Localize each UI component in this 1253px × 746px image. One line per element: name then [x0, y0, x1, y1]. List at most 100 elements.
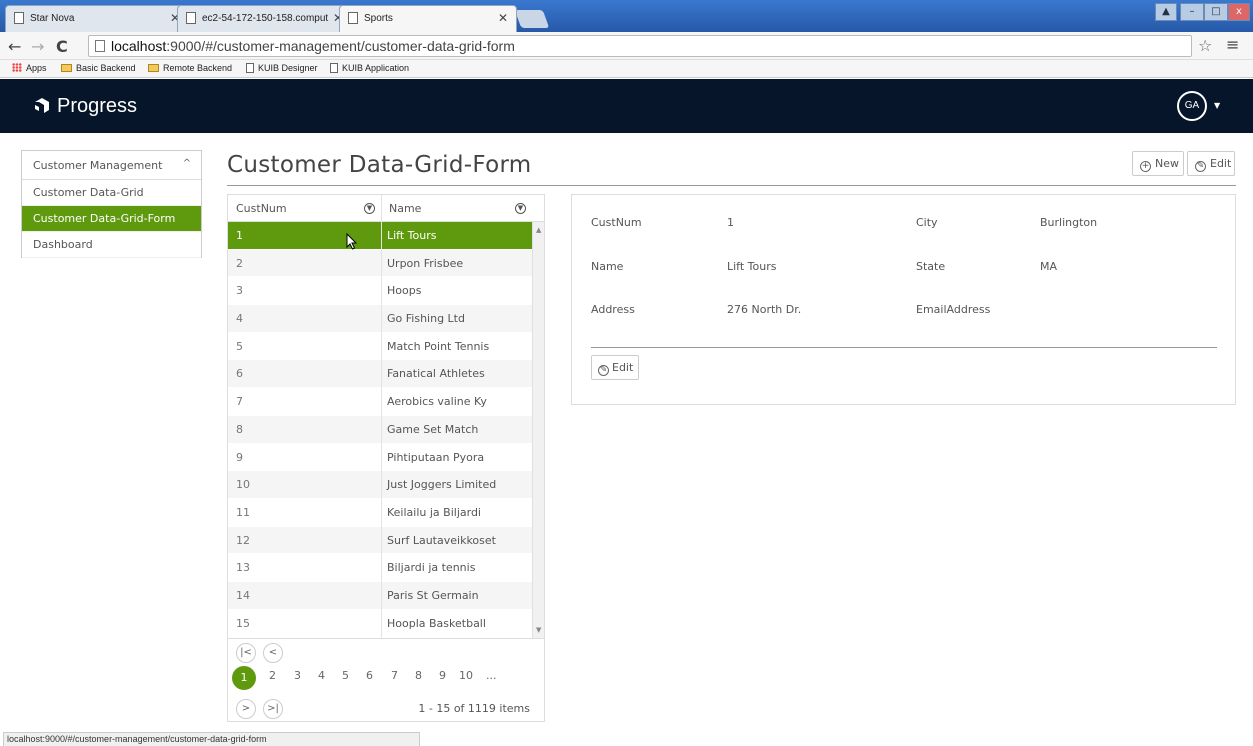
browser-toolbar: ← → C localhost:9000/#/customer-manageme…	[0, 32, 1253, 60]
page-icon	[14, 12, 24, 24]
grid-body: 1 Lift Tours 2 Urpon Frisbee 3 Hoops 4 Go Fi…	[228, 222, 532, 638]
table-row[interactable]: 1 Lift Tours	[228, 222, 532, 250]
name-value: Lift Tours	[727, 260, 777, 273]
page-more[interactable]: ...	[486, 669, 497, 682]
last-page-icon[interactable]: >|	[263, 699, 283, 719]
page-8[interactable]: 8	[415, 669, 422, 682]
grid-header: CustNum ▼ Name ▼	[228, 195, 544, 222]
table-row[interactable]: 12 Surf Lautaveikkoset	[228, 526, 532, 555]
page-5[interactable]: 5	[342, 669, 349, 682]
table-row[interactable]: 10 Just Joggers Limited	[228, 471, 532, 499]
grid-pager: |< < 1 2 3 4 5 6 7 8 9 10 ... > >| 1 - 1…	[228, 638, 544, 722]
page-title: Customer Data-Grid-Form	[227, 152, 532, 178]
address-bar[interactable]: localhost:9000/#/customer-management/cus…	[88, 35, 1192, 57]
page-10[interactable]: 10	[459, 669, 473, 682]
browser-menu-icon[interactable]: ≡	[1226, 35, 1239, 54]
grid-scrollbar[interactable]: ▲ ▼	[532, 222, 544, 638]
scroll-down-icon[interactable]: ▼	[536, 626, 541, 634]
prev-page-icon[interactable]: <	[263, 643, 283, 663]
sidebar-item-dashboard[interactable]: Dashboard	[22, 232, 201, 258]
close-tab-icon[interactable]: ✕	[498, 11, 508, 25]
browser-tab-sports[interactable]: Sports ✕	[339, 5, 517, 32]
detail-divider	[591, 347, 1217, 348]
column-header-name[interactable]: Name ▼	[381, 195, 532, 222]
reload-icon[interactable]: C	[56, 37, 68, 56]
back-arrow-icon[interactable]: ←	[8, 37, 21, 56]
page-6[interactable]: 6	[366, 669, 373, 682]
page-icon	[246, 63, 254, 73]
browser-tab-star-nova[interactable]: Star Nova ✕	[5, 5, 189, 32]
page-1[interactable]: 1	[232, 666, 256, 690]
bookmarks-bar: Apps Basic Backend Remote Backend KUIB D…	[0, 60, 1253, 78]
browser-tab-ec2[interactable]: ec2-54-172-150-158.comput ✕	[177, 5, 352, 32]
page-4[interactable]: 4	[318, 669, 325, 682]
sidebar: Customer Management ^ Customer Data-Grid…	[21, 150, 202, 258]
bookmark-apps[interactable]: Apps	[12, 63, 47, 73]
table-row[interactable]: 13 Biljardi ja tennis	[228, 554, 532, 582]
table-row[interactable]: 4 Go Fishing Ltd	[228, 305, 532, 333]
detail-edit-button[interactable]: ✎ Edit	[591, 355, 639, 380]
bookmark-kuib-application[interactable]: KUIB Application	[330, 63, 409, 73]
table-row[interactable]: 2 Urpon Frisbee	[228, 249, 532, 278]
sidebar-section-customer-management[interactable]: Customer Management ^	[22, 151, 201, 180]
page-7[interactable]: 7	[391, 669, 398, 682]
state-label: State	[916, 260, 946, 273]
table-row[interactable]: 3 Hoops	[228, 277, 532, 306]
custnum-value: 1	[727, 216, 734, 229]
title-divider	[227, 185, 1236, 186]
edit-button[interactable]: ✎ Edit	[1187, 151, 1235, 176]
page-3[interactable]: 3	[294, 669, 301, 682]
chevron-up-icon[interactable]: ^	[183, 158, 191, 169]
mouse-cursor-icon	[346, 233, 358, 250]
table-row[interactable]: 5 Match Point Tennis	[228, 333, 532, 361]
folder-icon	[148, 64, 159, 72]
city-label: City	[916, 216, 938, 229]
new-tab-button[interactable]	[514, 10, 550, 28]
page-icon	[186, 12, 196, 24]
detail-panel: CustNum 1 City Burlington Name Lift Tour…	[571, 194, 1236, 405]
logo-text: Progress	[57, 95, 138, 117]
progress-logo[interactable]: Progress	[33, 95, 137, 118]
sidebar-item-customer-data-grid-form[interactable]: Customer Data-Grid-Form	[22, 206, 201, 232]
bookmark-kuib-designer[interactable]: KUIB Designer	[246, 63, 318, 73]
minimize-button[interactable]: –	[1180, 3, 1204, 21]
caret-down-icon[interactable]: ▼	[1214, 101, 1220, 110]
address-label: Address	[591, 303, 635, 316]
page-9[interactable]: 9	[439, 669, 446, 682]
page-icon	[330, 63, 338, 73]
page-2[interactable]: 2	[269, 669, 276, 682]
filter-icon[interactable]: ▼	[364, 203, 375, 214]
bookmark-remote-backend[interactable]: Remote Backend	[148, 63, 232, 73]
sidebar-item-customer-data-grid[interactable]: Customer Data-Grid	[22, 180, 201, 206]
page-icon	[348, 12, 358, 24]
apps-grid-icon	[12, 63, 22, 72]
column-header-custnum[interactable]: CustNum ▼	[228, 195, 381, 222]
table-row[interactable]: 11 Keilailu ja Biljardi	[228, 499, 532, 527]
maximize-button[interactable]: □	[1204, 3, 1228, 21]
folder-icon	[61, 64, 72, 72]
page-icon	[95, 40, 105, 52]
table-row[interactable]: 9 Pihtiputaan Pyora	[228, 444, 532, 472]
progress-logo-icon	[35, 98, 49, 113]
bookmark-basic-backend[interactable]: Basic Backend	[61, 63, 136, 73]
table-row[interactable]: 7 Aerobics valine Ky	[228, 388, 532, 416]
table-row[interactable]: 14 Paris St Germain	[228, 581, 532, 610]
avatar[interactable]: GA	[1177, 91, 1207, 121]
url-path: :9000/#/customer-management/customer-dat…	[166, 38, 515, 54]
city-value: Burlington	[1040, 216, 1098, 229]
forward-arrow-icon[interactable]: →	[31, 37, 44, 56]
customer-grid: CustNum ▼ Name ▼ 1 Lift Tours 2 Urpon Fris…	[227, 194, 545, 722]
table-row[interactable]: 6 Fanatical Athletes	[228, 360, 532, 389]
table-row[interactable]: 15 Hoopla Basketball	[228, 610, 532, 638]
filter-icon[interactable]: ▼	[515, 203, 526, 214]
bookmark-star-icon[interactable]: ☆	[1198, 36, 1212, 55]
url-host: localhost	[111, 38, 167, 54]
new-button[interactable]: + New	[1132, 151, 1184, 176]
email-label: EmailAddress	[916, 303, 991, 316]
close-window-button[interactable]: x	[1228, 3, 1250, 21]
user-icon[interactable]: ▲	[1155, 3, 1177, 21]
table-row[interactable]: 8 Game Set Match	[228, 415, 532, 444]
scroll-up-icon[interactable]: ▲	[536, 226, 541, 234]
next-page-icon[interactable]: >	[236, 699, 256, 719]
first-page-icon[interactable]: |<	[236, 643, 256, 663]
